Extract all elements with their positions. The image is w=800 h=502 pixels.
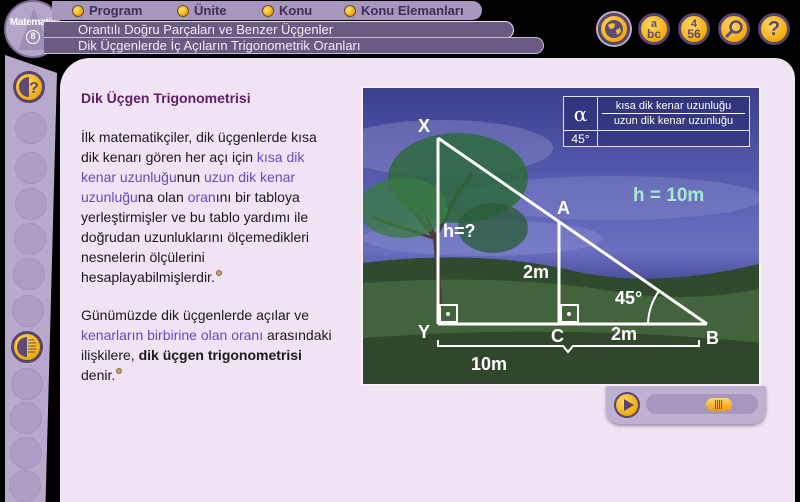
ratio-value xyxy=(597,130,750,147)
angle-B-label: 45° xyxy=(615,288,643,308)
vertex-Y-label: Y xyxy=(418,322,431,342)
bullet-icon xyxy=(177,4,189,17)
alpha-symbol: α xyxy=(563,96,598,131)
vertex-B-label: B xyxy=(706,328,719,348)
side-AC-label: 2m xyxy=(523,262,550,282)
footnote-marker[interactable] xyxy=(116,368,123,374)
svg-text:?: ? xyxy=(29,80,39,97)
globe-icon xyxy=(605,20,623,38)
sidebar-slot-3[interactable] xyxy=(15,188,47,220)
height-unknown-label: h=? xyxy=(443,221,476,241)
vertex-X-label: X xyxy=(418,116,431,136)
sidebar-info-button[interactable]: ? xyxy=(13,71,45,103)
progress-track[interactable] xyxy=(646,394,758,414)
breadcrumb-topic[interactable]: Dik Üçgenlerde İç Açıların Trigonometrik… xyxy=(44,37,544,54)
help-button[interactable]: ? xyxy=(758,13,790,45)
play-button[interactable] xyxy=(614,392,640,418)
sidebar-slot-9[interactable] xyxy=(10,437,42,469)
term-side-ratio[interactable]: kenarların birbirine olan oranı xyxy=(81,327,263,343)
search-icon xyxy=(725,20,743,38)
nav-unite-label: Ünite xyxy=(194,3,227,18)
glossary-button[interactable]: a bc xyxy=(638,13,670,45)
side-CB-label: 2m xyxy=(611,324,638,344)
nav-konu-elemanlari[interactable]: Konu Elemanları xyxy=(344,3,464,18)
sidebar-slot-7[interactable] xyxy=(11,368,43,400)
sidebar-slot-4[interactable] xyxy=(14,223,46,255)
sidebar-contrast-button[interactable] xyxy=(11,331,43,363)
animation-player xyxy=(606,386,766,424)
help-icon: ? xyxy=(767,17,781,40)
numbers-icon: 4 56 xyxy=(687,18,701,41)
paragraph-2: Günümüzde dik üçgenlerde açılar ve kenar… xyxy=(81,307,332,383)
bullet-icon xyxy=(262,4,274,17)
nav-konu-label: Konu xyxy=(279,3,313,18)
sidebar-slot-5[interactable] xyxy=(13,258,45,290)
search-button[interactable] xyxy=(718,13,750,45)
sidebar-slot-8[interactable] xyxy=(10,402,42,434)
glossary-abc-icon: a bc xyxy=(646,18,661,41)
paragraph-1: İlk matematikçiler, dik üçgenlerde kısa … xyxy=(81,129,317,285)
vertex-C-label: C xyxy=(551,326,564,346)
numbers-button[interactable]: 4 56 xyxy=(678,13,710,45)
top-navigation: Program Ünite Konu Konu Elemanları xyxy=(52,1,482,20)
side-YB-label: 10m xyxy=(471,354,508,374)
nav-program[interactable]: Program xyxy=(72,3,177,18)
section-heading: Dik Üçgen Trigonometrisi xyxy=(81,90,251,106)
nav-program-label: Program xyxy=(89,3,143,18)
height-result-label: h = 10m xyxy=(633,185,705,206)
angle-value: 45° xyxy=(563,130,598,147)
vertex-A-label: A xyxy=(557,198,570,218)
nav-unite[interactable]: Ünite xyxy=(177,3,262,18)
sidebar-slot-2[interactable] xyxy=(15,152,47,184)
progress-thumb[interactable] xyxy=(706,398,733,411)
footnote-marker[interactable] xyxy=(215,270,222,276)
bullet-icon xyxy=(344,4,356,17)
contrast-icon xyxy=(17,337,36,357)
body-text: İlk matematikçiler, dik üçgenlerde kısa … xyxy=(81,127,336,403)
sidebar-slot-10[interactable] xyxy=(9,470,41,502)
right-angle-dot xyxy=(446,312,450,316)
globe-button[interactable] xyxy=(598,13,630,45)
question-head-icon: ? xyxy=(19,77,39,97)
ratio-fraction: kısa dik kenar uzunluğu uzun dik kenar u… xyxy=(597,96,750,131)
sidebar-slot-6[interactable] xyxy=(12,295,44,327)
sidebar-slot-1[interactable] xyxy=(15,112,47,144)
bullet-icon xyxy=(72,4,84,17)
nav-konu-elemanlari-label: Konu Elemanları xyxy=(361,3,464,18)
trigonometry-figure: α kısa dik kenar uzunluğu uzun dik kenar… xyxy=(361,86,761,386)
grade-badge: 8 xyxy=(26,29,40,44)
nav-konu[interactable]: Konu xyxy=(262,3,344,18)
term-ratio[interactable]: oran xyxy=(188,189,216,205)
ratio-table: α kısa dik kenar uzunluğu uzun dik kenar… xyxy=(563,96,750,147)
right-angle-dot xyxy=(567,312,571,316)
